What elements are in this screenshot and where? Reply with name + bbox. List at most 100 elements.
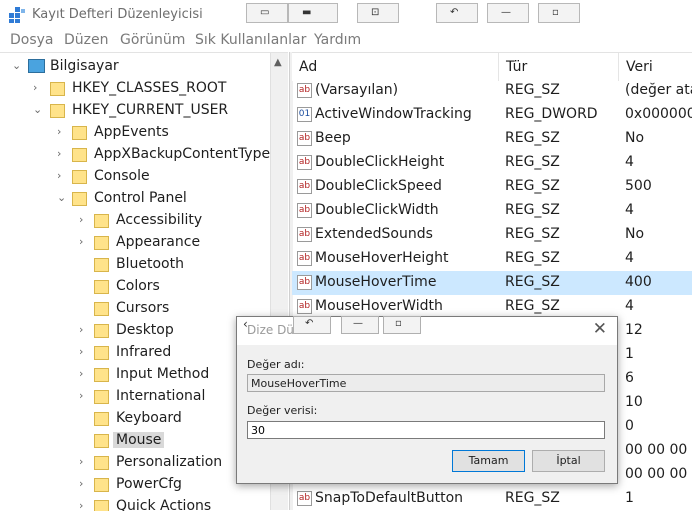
list-row[interactable]: ab DoubleClickWidth REG_SZ 4 bbox=[292, 199, 692, 223]
list-row[interactable]: ab ExtendedSounds REG_SZ No bbox=[292, 223, 692, 247]
tree-item-label: Input Method bbox=[116, 366, 210, 382]
chevron-right-icon[interactable]: › bbox=[57, 169, 61, 182]
list-row[interactable]: ab Beep REG_SZ No bbox=[292, 127, 692, 151]
tree-item-hkcr[interactable]: › HKEY_CLASSES_ROOT bbox=[0, 78, 288, 100]
value-name-field[interactable] bbox=[247, 374, 605, 392]
folder-icon bbox=[94, 412, 109, 426]
expand-icon[interactable]: ⌄ bbox=[57, 191, 66, 204]
string-value-icon: ab bbox=[297, 299, 312, 314]
expand-icon[interactable]: ⌄ bbox=[12, 59, 21, 72]
tree-item-bluetooth[interactable]: Bluetooth bbox=[0, 254, 288, 276]
chevron-right-icon[interactable]: › bbox=[79, 345, 83, 358]
menu-sik-kullanilanlar[interactable]: Sık Kullanılanlar bbox=[195, 32, 306, 48]
folder-icon bbox=[94, 368, 109, 382]
tree-item-hkcu[interactable]: ⌄ HKEY_CURRENT_USER bbox=[0, 100, 288, 122]
list-row[interactable]: ab DoubleClickHeight REG_SZ 4 bbox=[292, 151, 692, 175]
tree-item-label: Infrared bbox=[116, 344, 172, 360]
list-row[interactable]: ab SnapToDefaultButton REG_SZ 1 bbox=[292, 487, 692, 511]
dialog-back-button[interactable]: ‹ bbox=[241, 316, 257, 332]
maximize-icon: ▫ bbox=[552, 7, 559, 18]
maximize-icon: ▫ bbox=[395, 318, 402, 329]
string-value-icon: ab bbox=[297, 83, 312, 98]
maximize-button[interactable]: ▫ bbox=[538, 3, 580, 23]
scroll-up-icon[interactable]: ▲ bbox=[274, 57, 282, 68]
tree-item-label: International bbox=[116, 388, 206, 404]
tree-item-label: Cursors bbox=[116, 300, 170, 316]
toolbar-button-4[interactable]: ↶ bbox=[436, 3, 478, 23]
ok-button[interactable]: Tamam bbox=[452, 450, 525, 472]
tree-item-label: Desktop bbox=[116, 322, 174, 338]
folder-icon bbox=[94, 500, 109, 511]
chevron-left-icon: ‹ bbox=[243, 317, 248, 331]
chevron-right-icon[interactable]: › bbox=[79, 389, 83, 402]
tree-item-appevents[interactable]: › AppEvents bbox=[0, 122, 288, 144]
tree-item-console[interactable]: › Console bbox=[0, 166, 288, 188]
list-row[interactable]: ab DoubleClickSpeed REG_SZ 500 bbox=[292, 175, 692, 199]
undo-icon: ↶ bbox=[305, 318, 314, 329]
folder-icon bbox=[94, 456, 109, 470]
tree-item-quick-actions[interactable]: › Quick Actions bbox=[0, 496, 288, 511]
dword-value-icon: 01 bbox=[297, 107, 312, 122]
tree-item-label: Keyboard bbox=[116, 410, 182, 426]
column-header-name[interactable]: Ad bbox=[292, 53, 499, 81]
string-value-icon: ab bbox=[297, 227, 312, 242]
column-header-type[interactable]: Tür bbox=[499, 53, 619, 81]
dialog-maximize-button[interactable]: ▫ bbox=[383, 316, 421, 334]
edit-string-dialog: Dize Düzenle ‹ ↶ — ▫ ✕ Değer adı: Değer … bbox=[236, 316, 618, 484]
bar-icon: ▬ bbox=[302, 7, 312, 18]
folder-icon bbox=[72, 148, 87, 162]
chevron-right-icon[interactable]: › bbox=[79, 323, 83, 336]
chevron-right-icon[interactable]: › bbox=[79, 455, 83, 468]
close-icon[interactable]: ✕ bbox=[593, 319, 607, 339]
menu-gorunum[interactable]: Görünüm bbox=[120, 32, 185, 48]
menu-dosya[interactable]: Dosya bbox=[10, 32, 54, 48]
dialog-minimize-button[interactable]: — bbox=[341, 316, 379, 334]
folder-icon bbox=[94, 258, 109, 272]
tree-item-accessibility[interactable]: › Accessibility bbox=[0, 210, 288, 232]
folder-icon bbox=[72, 170, 87, 184]
tree-item-label: Accessibility bbox=[116, 212, 203, 228]
tree-item-appearance[interactable]: › Appearance bbox=[0, 232, 288, 254]
chevron-right-icon[interactable]: › bbox=[57, 147, 61, 160]
dialog-title-bar[interactable]: Dize Düzenle ‹ ↶ — ▫ ✕ bbox=[237, 316, 617, 345]
chevron-right-icon[interactable]: › bbox=[57, 125, 61, 138]
tree-item-label: Control Panel bbox=[94, 190, 187, 206]
value-data-field[interactable] bbox=[247, 421, 605, 439]
tree-item-label: Console bbox=[94, 168, 150, 184]
tree-item-bilgisayar[interactable]: ⌄ Bilgisayar bbox=[0, 56, 288, 78]
folder-icon bbox=[94, 346, 109, 360]
list-row[interactable]: ab MouseHoverHeight REG_SZ 4 bbox=[292, 247, 692, 271]
chevron-right-icon[interactable]: › bbox=[79, 213, 83, 226]
tree-item-label: Bilgisayar bbox=[50, 58, 119, 74]
folder-icon bbox=[72, 126, 87, 140]
chevron-right-icon[interactable]: › bbox=[79, 499, 83, 511]
toolbar-button-1[interactable]: ▭ bbox=[246, 3, 288, 23]
chevron-right-icon[interactable]: › bbox=[79, 367, 83, 380]
expand-icon[interactable]: ⌄ bbox=[33, 103, 42, 116]
cancel-button[interactable]: İptal bbox=[532, 450, 605, 472]
toolbar-button-3[interactable]: ⊡ bbox=[357, 3, 399, 23]
string-value-icon: ab bbox=[297, 203, 312, 218]
chevron-right-icon[interactable]: › bbox=[79, 235, 83, 248]
tree-item-label: PowerCfg bbox=[116, 476, 182, 492]
string-value-icon: ab bbox=[297, 275, 312, 290]
tree-item-colors[interactable]: Colors bbox=[0, 276, 288, 298]
toolbar-button-2[interactable]: ▬ bbox=[288, 3, 338, 23]
minimize-button[interactable]: — bbox=[487, 3, 529, 23]
list-row[interactable]: 01 ActiveWindowTracking REG_DWORD 0x0000… bbox=[292, 103, 692, 127]
tree-item-appxbackup[interactable]: › AppXBackupContentType bbox=[0, 144, 288, 166]
dialog-undo-button[interactable]: ↶ bbox=[293, 316, 331, 334]
chevron-right-icon[interactable]: › bbox=[79, 477, 83, 490]
tree-item-label: Appearance bbox=[116, 234, 201, 250]
list-row[interactable]: ab (Varsayılan) REG_SZ (değer ata bbox=[292, 79, 692, 103]
tree-item-label: Mouse bbox=[113, 432, 165, 448]
chevron-right-icon[interactable]: › bbox=[33, 81, 37, 94]
menu-duzen[interactable]: Düzen bbox=[64, 32, 109, 48]
tree-item-control-panel[interactable]: ⌄ Control Panel bbox=[0, 188, 288, 210]
folder-icon bbox=[94, 302, 109, 316]
folder-icon bbox=[94, 390, 109, 404]
menu-yardim[interactable]: Yardım bbox=[314, 32, 361, 48]
column-header-data[interactable]: Veri bbox=[619, 53, 692, 81]
folder-icon bbox=[50, 104, 65, 118]
list-row-selected[interactable]: ab MouseHoverTime REG_SZ 400 bbox=[292, 271, 692, 295]
